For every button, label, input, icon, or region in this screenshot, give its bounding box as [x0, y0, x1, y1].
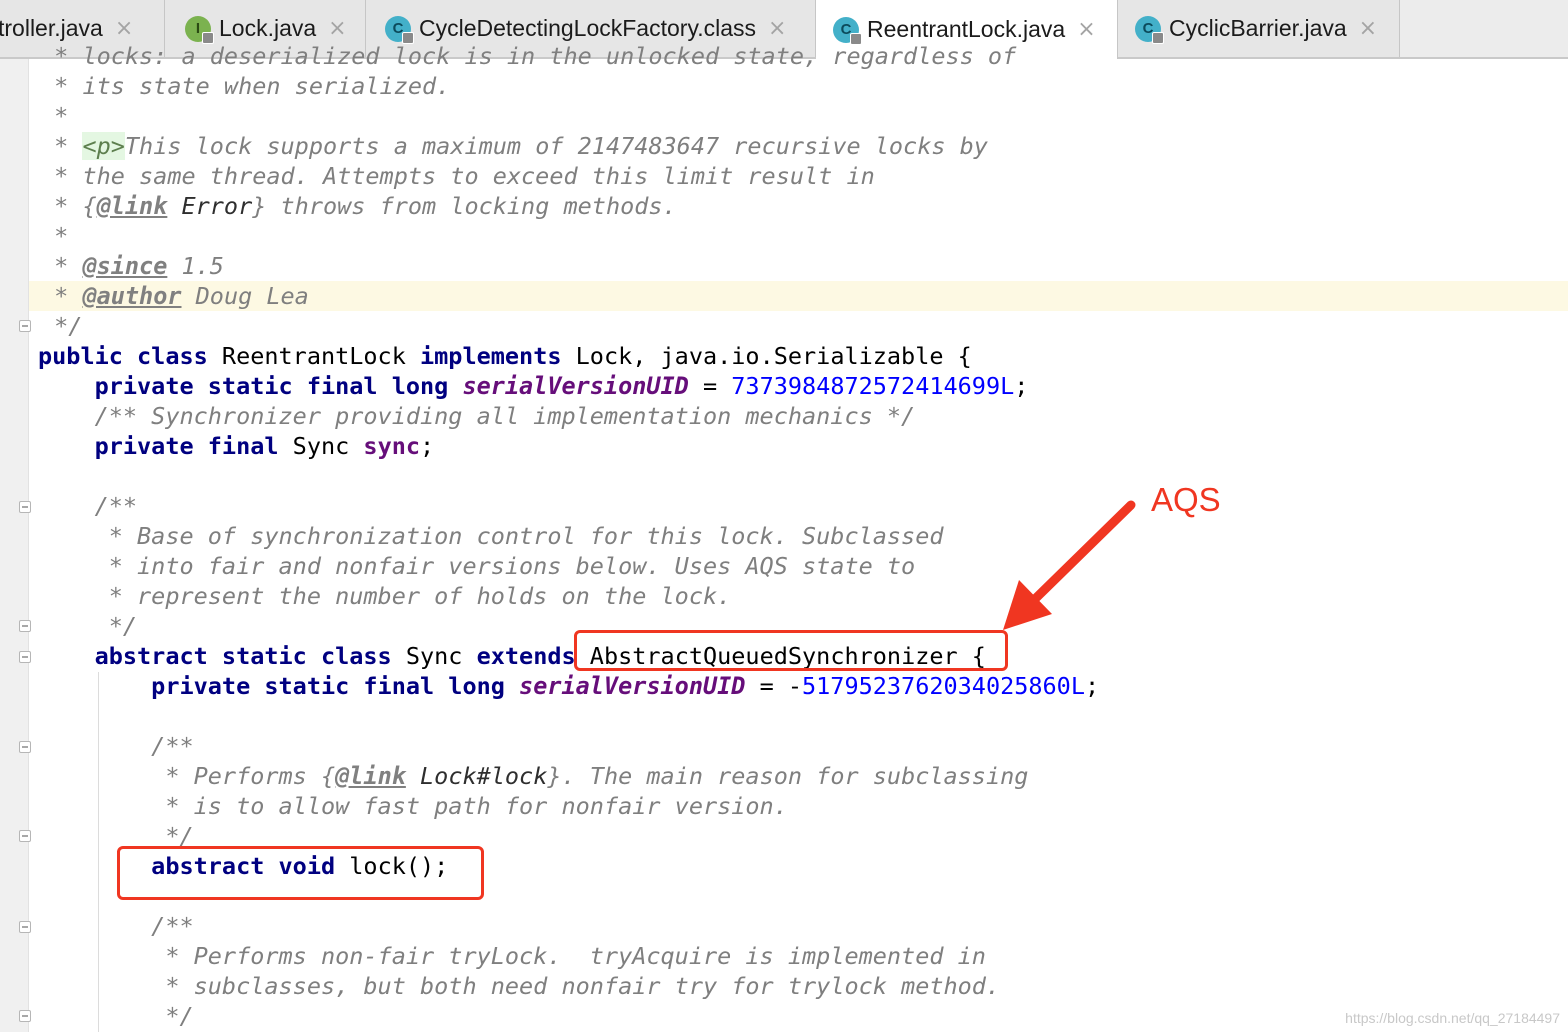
annotation-arrow-icon — [1003, 500, 1136, 630]
watermark: https://blog.csdn.net/qq_27184497 — [1345, 1010, 1560, 1026]
aqs-annotation-label: AQS — [1151, 481, 1221, 518]
